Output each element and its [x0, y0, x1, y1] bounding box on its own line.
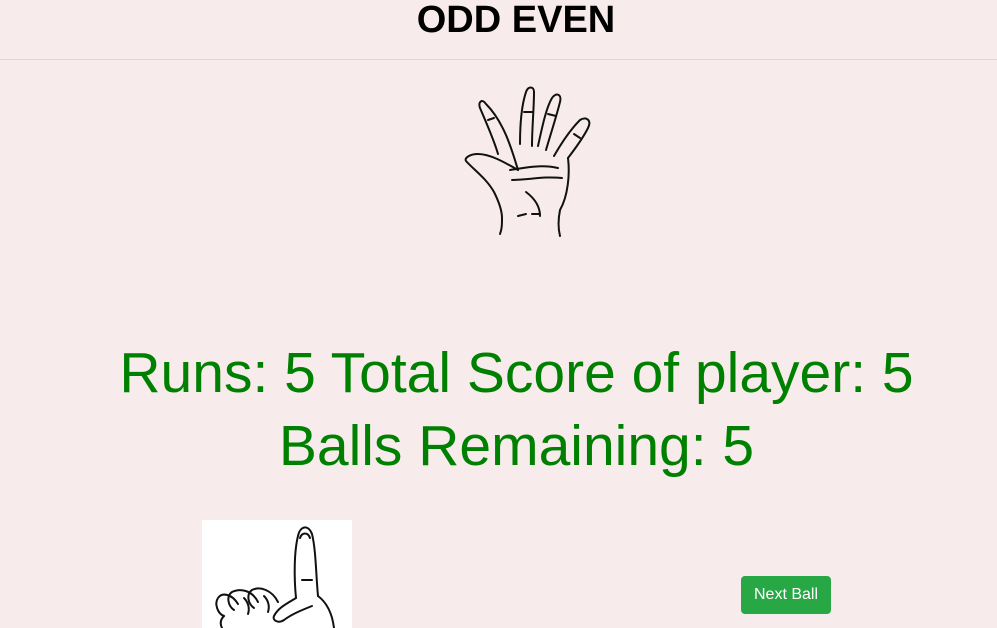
next-ball-button[interactable]: Next Ball: [741, 576, 831, 614]
index-finger-one-icon: [202, 520, 352, 628]
runs-total-score-text: Runs: 5 Total Score of player: 5: [119, 341, 914, 405]
page-header: ODD EVEN: [0, 0, 997, 60]
open-hand-five-fingers-icon: [440, 84, 595, 239]
balls-remaining-text: Balls Remaining: 5: [278, 414, 755, 478]
page-title: ODD EVEN: [416, 0, 616, 41]
